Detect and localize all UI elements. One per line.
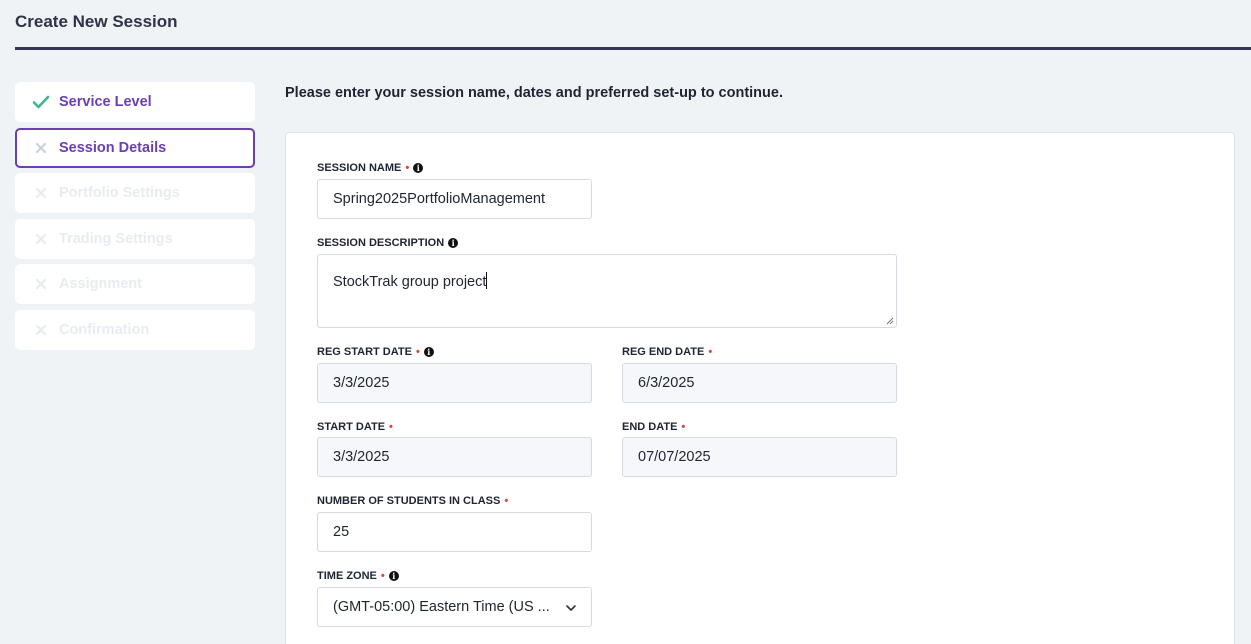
start-date-label: START DATE • [317,421,393,433]
required-marker: • [681,421,686,433]
end-date-input[interactable]: 07/07/2025 [622,437,897,477]
label-text: END DATE [622,421,678,433]
x-icon [31,183,51,203]
session-description-textarea[interactable]: StockTrak group project [317,254,897,328]
info-icon[interactable]: i [388,571,399,581]
step-label: Assignment [59,276,142,293]
info-icon[interactable]: i [413,163,424,173]
required-marker: • [504,495,509,507]
reg-end-date-label: REG END DATE • [622,346,712,358]
text-caret [486,272,488,289]
checkmark-icon [31,92,51,112]
x-icon [31,229,51,249]
input-value: 3/3/2025 [333,375,390,391]
step-label: Confirmation [59,321,150,338]
input-value: 07/07/2025 [638,449,711,465]
step-session-details[interactable]: Session Details [15,127,255,168]
required-marker: • [380,570,385,582]
step-portfolio-settings[interactable]: Portfolio Settings [15,173,255,214]
reg-end-date-input[interactable]: 6/3/2025 [622,363,897,403]
required-marker: • [708,346,713,358]
start-date-input[interactable]: 3/3/2025 [317,437,592,477]
info-icon[interactable]: i [448,238,459,248]
end-date-label: END DATE • [622,421,685,433]
instructions-text: Please enter your session name, dates an… [285,85,783,101]
info-icon[interactable]: i [423,347,434,357]
label-text: REG START DATE [317,346,412,358]
label-text: REG END DATE [622,346,705,358]
label-text: TIME ZONE [317,570,377,582]
x-icon [31,320,51,340]
textarea-value: StockTrak group project [333,274,487,290]
page-title: Create New Session [15,12,178,31]
resize-grip-icon[interactable] [886,317,894,325]
session-description-label: SESSION DESCRIPTION i [317,237,459,249]
required-marker: • [405,162,410,174]
time-zone-select[interactable]: (GMT-05:00) Eastern Time (US ... [317,587,592,627]
chevron-down-icon [566,605,576,611]
label-text: NUMBER OF STUDENTS IN CLASS [317,495,501,507]
required-marker: • [389,421,393,433]
step-label: Service Level [59,94,152,110]
step-service-level[interactable]: Service Level [15,82,255,122]
input-value: 25 [333,524,350,540]
label-text: SESSION NAME [317,162,402,174]
x-icon [31,274,51,294]
num-students-input[interactable]: 25 [317,512,592,552]
num-students-label: NUMBER OF STUDENTS IN CLASS • [317,495,508,507]
required-marker: • [415,346,420,358]
page-header: Create New Session [15,0,1251,50]
reg-start-date-input[interactable]: 3/3/2025 [317,363,592,403]
select-value: (GMT-05:00) Eastern Time (US ... [333,599,550,615]
step-confirmation[interactable]: Confirmation [15,309,255,350]
label-text: SESSION DESCRIPTION [317,237,445,249]
step-assignment[interactable]: Assignment [15,264,255,305]
input-value: 3/3/2025 [333,449,390,465]
step-trading-settings[interactable]: Trading Settings [15,218,255,259]
reg-start-date-label: REG START DATE • i [317,346,434,358]
step-label: Trading Settings [59,230,173,247]
session-form-card: SESSION NAME • i Spring2025PortfolioMana… [285,132,1235,644]
x-icon [31,138,51,158]
session-name-label: SESSION NAME • i [317,162,424,174]
step-sidebar: Service Level Session Details Portfolio … [15,82,255,356]
input-value: Spring2025PortfolioManagement [333,191,545,207]
input-value: 6/3/2025 [638,375,695,391]
label-text: START DATE [317,421,386,433]
time-zone-label: TIME ZONE • i [317,570,399,582]
step-label: Session Details [59,139,167,156]
session-name-input[interactable]: Spring2025PortfolioManagement [317,179,592,219]
step-label: Portfolio Settings [59,185,180,202]
